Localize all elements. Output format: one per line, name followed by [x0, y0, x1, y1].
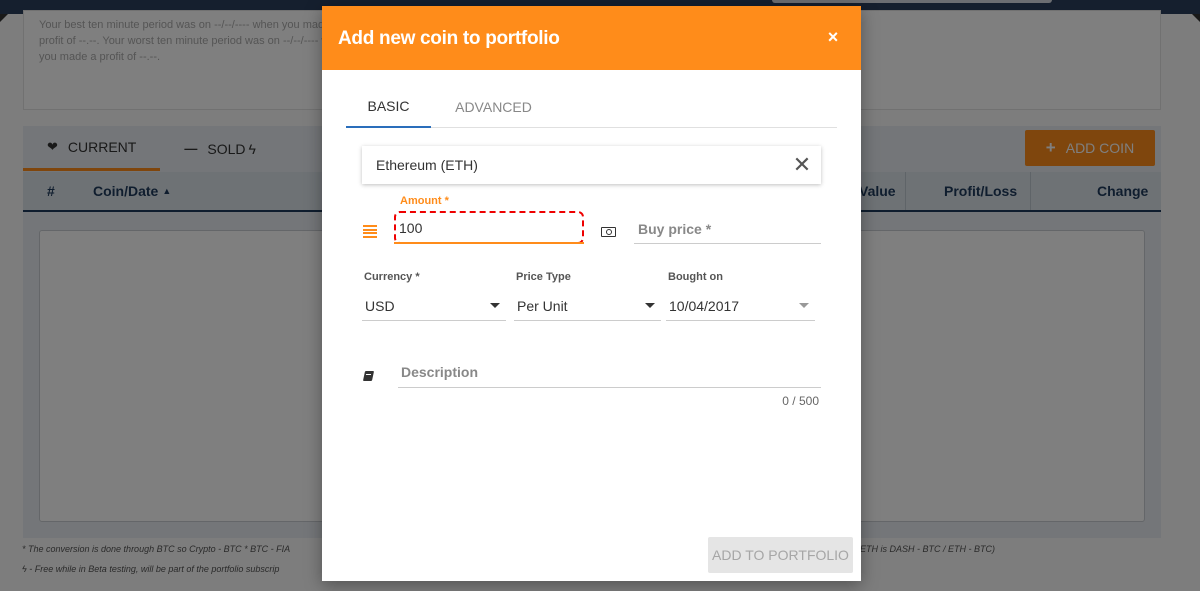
price-type-select[interactable]: Per Unit [514, 291, 661, 321]
coin-select[interactable]: Ethereum (ETH) ✕ [362, 146, 821, 184]
buy-price-input[interactable] [634, 214, 821, 244]
amount-highlight [394, 211, 584, 244]
add-coin-modal: Add new coin to portfolio × BASIC ADVANC… [322, 6, 861, 581]
tab-advanced[interactable]: ADVANCED [441, 86, 546, 128]
caret-down-icon [645, 303, 655, 308]
currency-label: Currency * [364, 271, 420, 283]
bought-on-date-picker[interactable]: 10/04/2017 [666, 291, 815, 321]
close-icon[interactable]: × [822, 26, 844, 48]
currency-value: USD [365, 298, 395, 314]
modal-header: Add new coin to portfolio × [322, 6, 861, 70]
amount-focus-underline [394, 242, 584, 244]
book-icon [363, 370, 375, 382]
add-to-portfolio-button[interactable]: ADD TO PORTFOLIO [708, 537, 853, 573]
clear-icon[interactable]: ✕ [790, 153, 814, 177]
modal-title: Add new coin to portfolio [338, 28, 560, 49]
amount-label: Amount * [400, 195, 449, 207]
bought-on-value: 10/04/2017 [669, 298, 740, 314]
bought-on-label: Bought on [668, 271, 723, 283]
modal-tabs: BASIC ADVANCED [346, 86, 837, 128]
coin-select-value: Ethereum (ETH) [376, 157, 478, 173]
caret-down-icon [799, 303, 809, 308]
price-type-label: Price Type [516, 271, 571, 283]
price-type-value: Per Unit [517, 298, 568, 314]
cash-icon [601, 227, 616, 237]
currency-select[interactable]: USD [362, 291, 506, 321]
list-icon [363, 225, 377, 238]
description-input[interactable] [398, 356, 821, 388]
caret-down-icon [490, 303, 500, 308]
tab-basic[interactable]: BASIC [346, 86, 431, 128]
amount-input[interactable] [399, 217, 569, 239]
description-char-counter: 0 / 500 [782, 394, 819, 408]
